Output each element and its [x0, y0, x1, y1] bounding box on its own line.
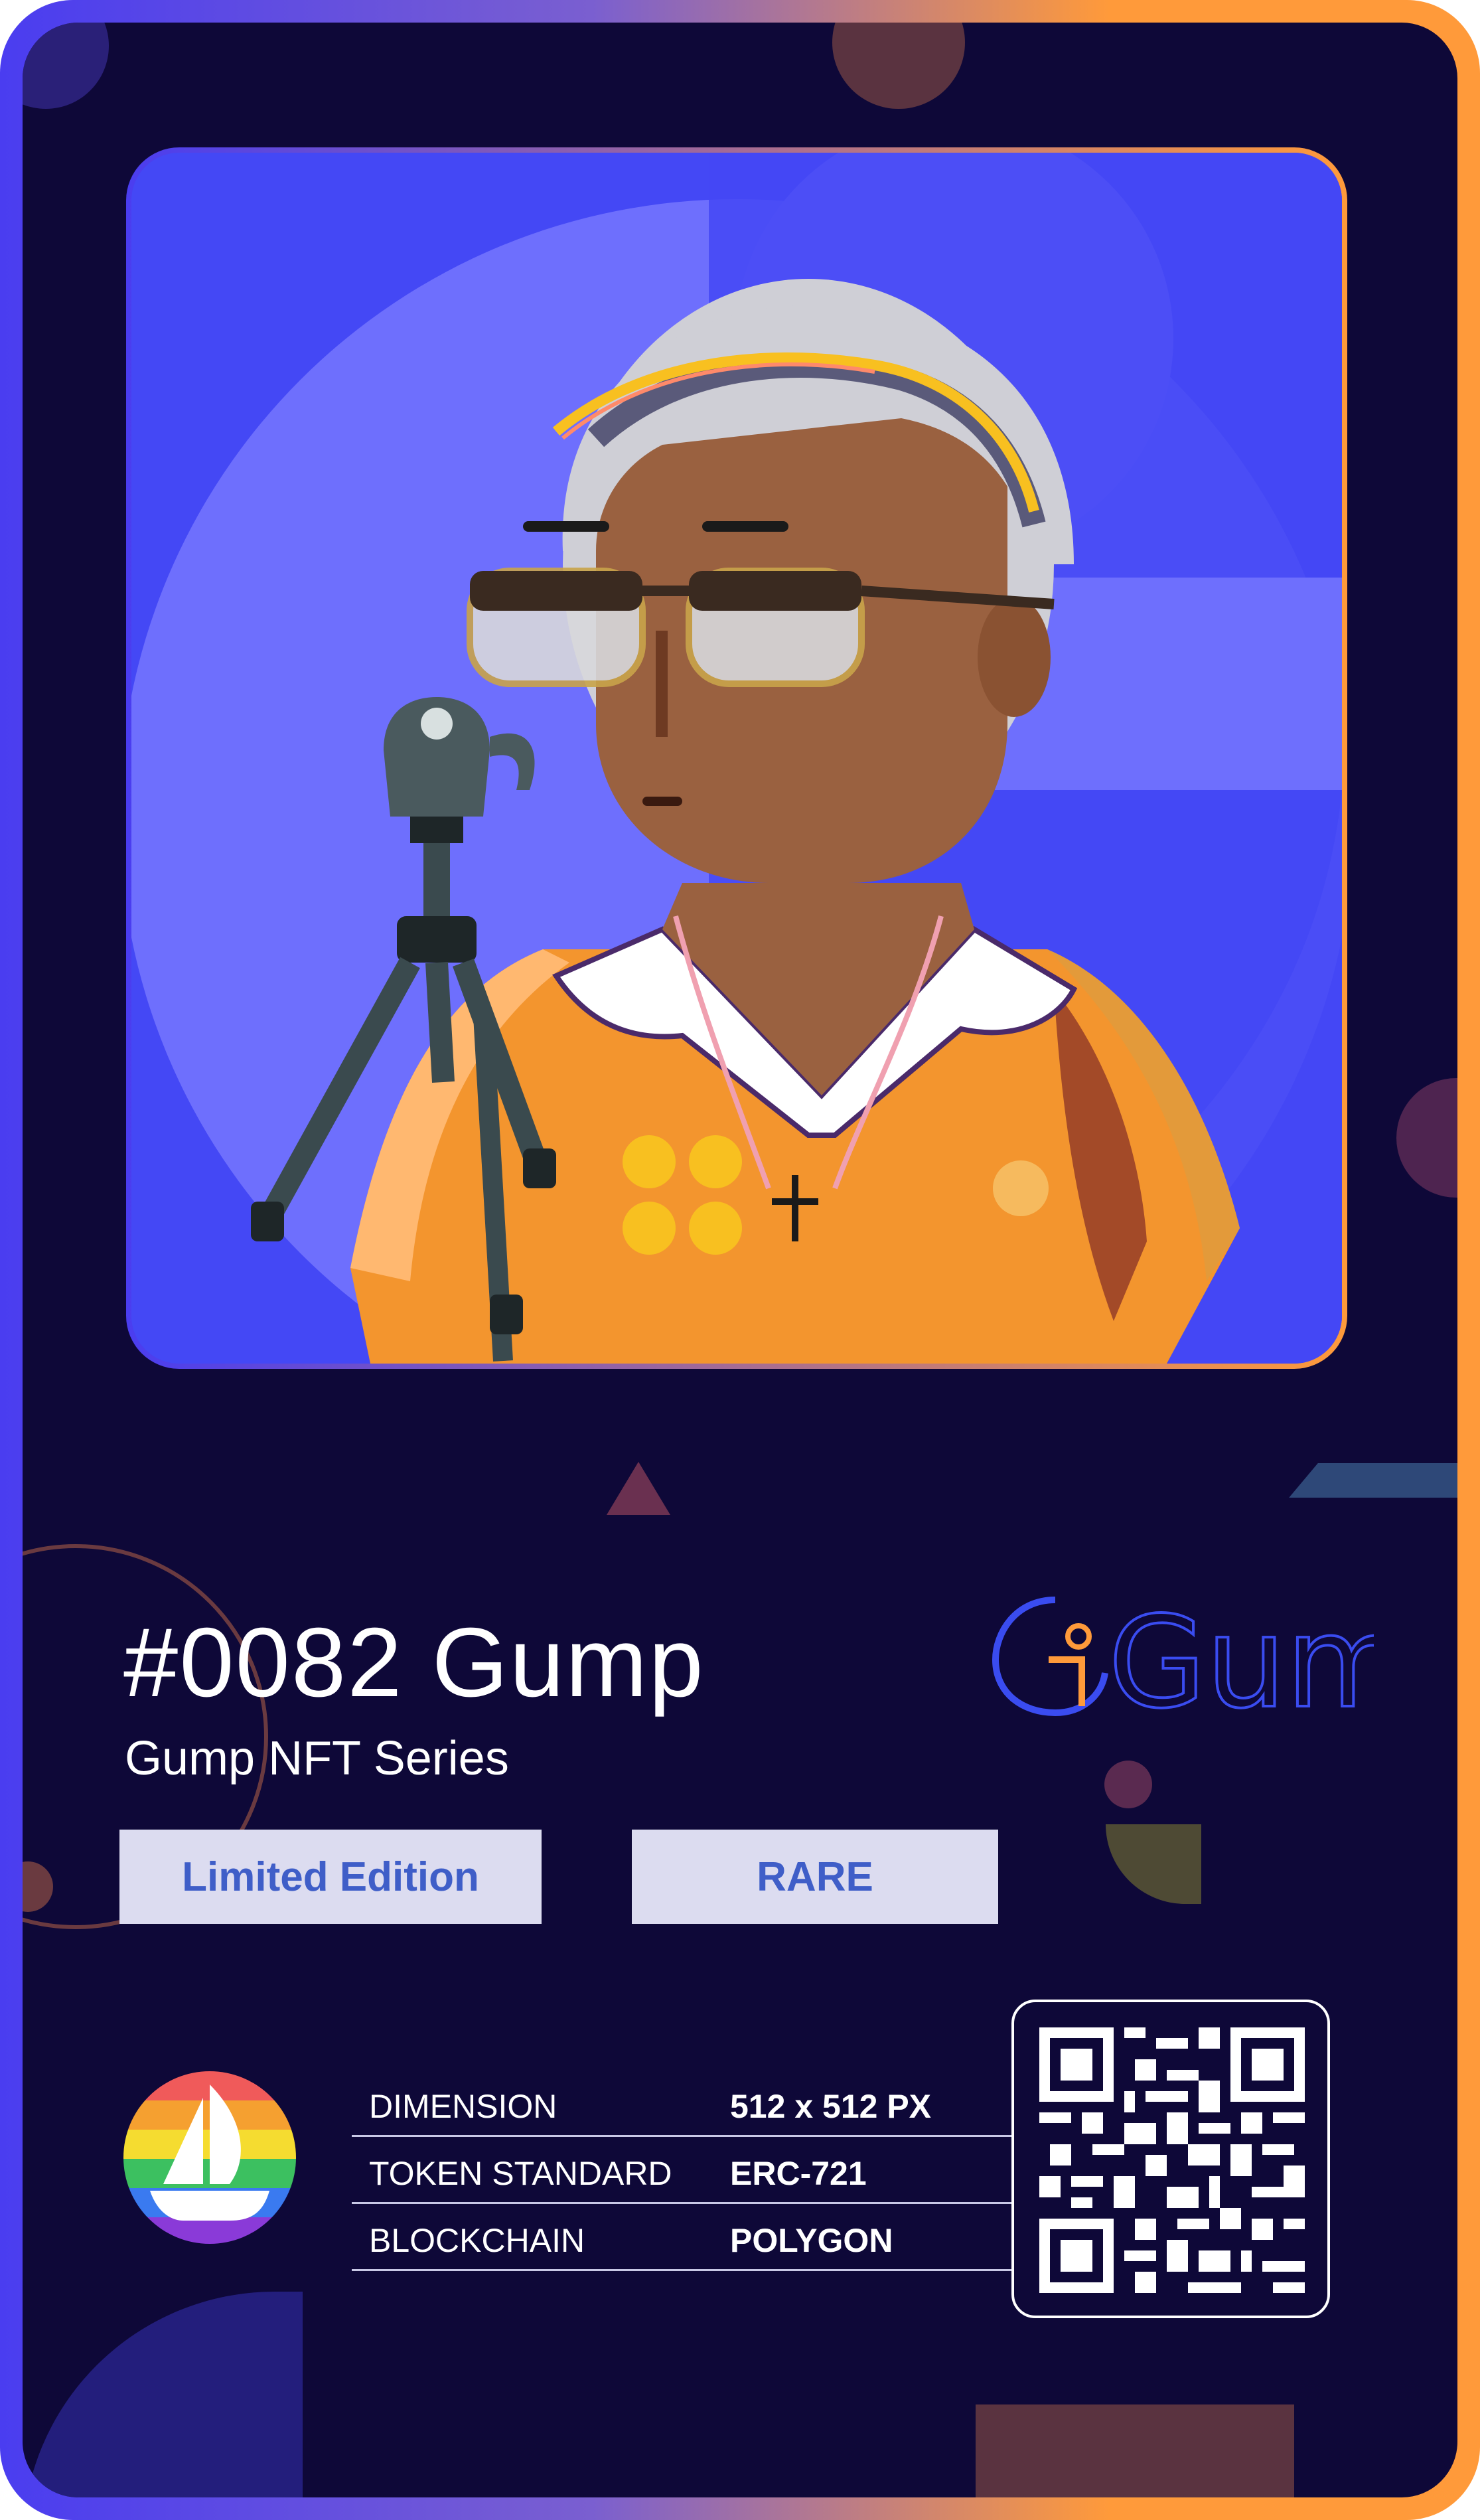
deco-circle-top [832, 23, 965, 109]
artwork [131, 153, 1342, 1364]
spec-row-dimension: DIMENSION 512 x 512 PX [352, 2070, 1015, 2137]
deco-halfmoon [1106, 1824, 1201, 1904]
spec-row-token-standard: TOKEN STANDARD ERC-721 [352, 2137, 1015, 2204]
deco-dot-mid [1104, 1761, 1152, 1808]
nft-card: #0082 Gump Gump NFT Series Gump Limited … [0, 0, 1480, 2520]
deco-rect-bottom [976, 2404, 1294, 2497]
spec-label: TOKEN STANDARD [369, 2155, 672, 2192]
opensea-icon[interactable] [123, 2071, 296, 2244]
gump-logo: Gump [976, 1573, 1457, 1737]
card-body: #0082 Gump Gump NFT Series Gump Limited … [23, 23, 1457, 2497]
gump-character-illustration [131, 153, 1342, 1364]
spec-label: DIMENSION [369, 2088, 557, 2125]
deco-circle-right [1396, 1078, 1457, 1198]
deco-circle-top-left [23, 23, 109, 109]
deco-triangle [607, 1462, 670, 1515]
specs-table: DIMENSION 512 x 512 PX TOKEN STANDARD ER… [352, 2070, 1015, 2271]
series-name: Gump NFT Series [125, 1732, 509, 1785]
deco-quarter-bottom-left [23, 2292, 303, 2497]
token-title: #0082 Gump [123, 1608, 705, 1717]
deco-bar-right [1289, 1463, 1457, 1498]
rarity-badge: RARE [632, 1830, 998, 1924]
rainbow-ship-icon [123, 2071, 296, 2244]
spec-row-blockchain: BLOCKCHAIN POLYGON [352, 2204, 1015, 2271]
qr-code[interactable] [1011, 2000, 1330, 2318]
qr-code-icon [1039, 2027, 1305, 2293]
edition-badge: Limited Edition [119, 1830, 542, 1924]
logo-text: Gump [1108, 1589, 1374, 1733]
spec-value: POLYGON [730, 2222, 893, 2259]
spec-value: ERC-721 [730, 2155, 867, 2192]
gump-logo-mark: Gump [992, 1588, 1457, 1737]
artwork-frame [126, 147, 1347, 1369]
spec-label: BLOCKCHAIN [369, 2222, 585, 2259]
spec-value: 512 x 512 PX [730, 2088, 932, 2125]
